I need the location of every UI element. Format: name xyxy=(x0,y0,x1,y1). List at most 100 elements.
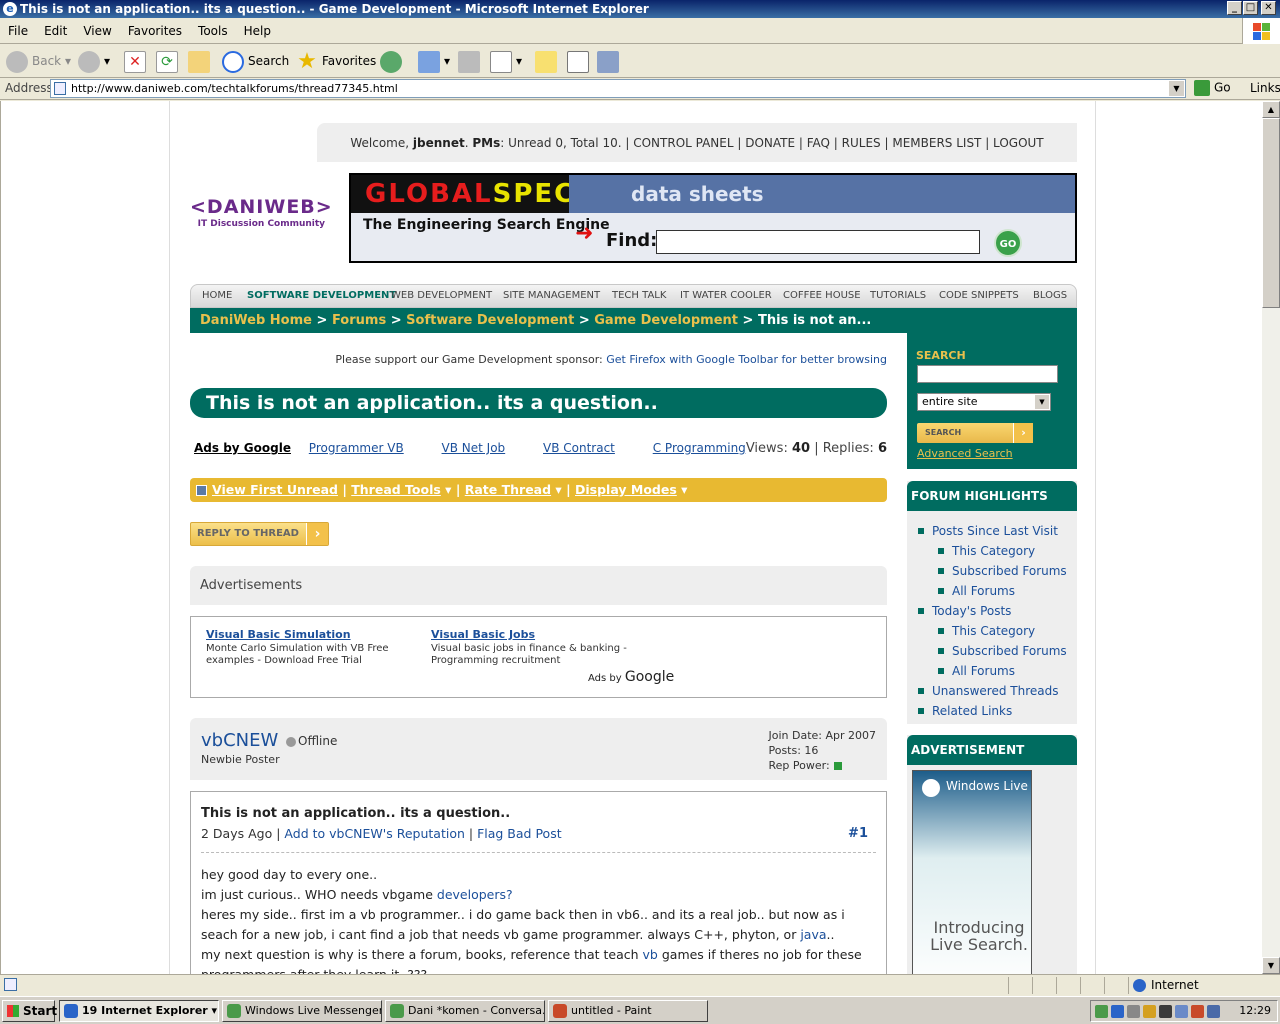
task-windows-live-messenger[interactable]: Windows Live Messenger xyxy=(222,1000,382,1022)
menu-help[interactable]: Help xyxy=(236,18,279,44)
links-button[interactable]: Links xyxy=(1250,81,1280,95)
highlight-link[interactable]: Unanswered Threads xyxy=(907,681,1067,701)
ad-title-link[interactable]: Visual Basic Jobs xyxy=(431,629,671,641)
highlight-link[interactable]: Today's Posts xyxy=(907,601,1067,621)
ads-by-google-brand[interactable]: Ads by Google xyxy=(588,669,674,685)
view-first-unread-link[interactable]: View First Unread xyxy=(212,482,338,497)
ads-by-google-label[interactable]: Ads by Google xyxy=(194,441,291,455)
highlight-link[interactable]: This Category xyxy=(907,621,1067,641)
nav-software-development[interactable]: SOFTWARE DEVELOPMENT xyxy=(247,290,396,301)
minimize-button[interactable]: _ xyxy=(1227,1,1242,15)
home-button[interactable] xyxy=(188,48,214,74)
welcome-username[interactable]: jbennet xyxy=(413,136,465,150)
account-links[interactable]: CONTROL PANEL | DONATE | FAQ | RULES | M… xyxy=(633,136,1043,150)
post-number-link[interactable]: #1 xyxy=(848,826,868,841)
flag-bad-post-link[interactable]: Flag Bad Post xyxy=(477,826,562,841)
banner-go-button[interactable]: GO xyxy=(994,229,1022,257)
app-tray-icon[interactable] xyxy=(1159,1005,1172,1018)
favorites-button[interactable]: ★ Favorites xyxy=(296,48,376,74)
network-tray-icon[interactable] xyxy=(1111,1005,1124,1018)
note-button[interactable] xyxy=(535,48,561,74)
sponsor-link[interactable]: Get Firefox with Google Toolbar for bett… xyxy=(606,353,887,366)
nav-web-development[interactable]: WEB DEVELOPMENT xyxy=(391,290,492,301)
display-modes-menu[interactable]: Display Modes xyxy=(575,482,677,497)
highlight-link[interactable]: Subscribed Forums xyxy=(907,641,1067,661)
print-button[interactable] xyxy=(458,48,484,74)
stop-button[interactable]: ✕ xyxy=(124,48,150,74)
edit-button[interactable]: ▾ xyxy=(490,48,522,74)
pms-label[interactable]: PMs xyxy=(472,136,500,150)
menu-favorites[interactable]: Favorites xyxy=(120,18,190,44)
nav-blogs[interactable]: BLOGS xyxy=(1033,290,1067,301)
task-internet-explorer[interactable]: 19 Internet Explorer ▾ xyxy=(59,1000,219,1022)
daniweb-logo[interactable]: <DANIWEB> IT Discussion Community xyxy=(190,196,333,229)
nav-home[interactable]: HOME xyxy=(202,290,232,301)
menu-edit[interactable]: Edit xyxy=(36,18,75,44)
crumb-forums[interactable]: Forums xyxy=(332,313,386,328)
highlight-link[interactable]: This Category xyxy=(907,541,1067,561)
keyword-link-vb[interactable]: vb xyxy=(643,947,658,962)
reply-to-thread-button[interactable]: REPLY TO THREAD › xyxy=(190,522,329,546)
history-button[interactable] xyxy=(380,48,406,74)
messenger-tray-icon[interactable] xyxy=(1095,1005,1108,1018)
vertical-scrollbar[interactable]: ▲ ▼ xyxy=(1262,101,1280,974)
task-paint[interactable]: untitled - Paint xyxy=(548,1000,708,1022)
rate-thread-menu[interactable]: Rate Thread xyxy=(465,482,551,497)
forward-button[interactable]: ▾ xyxy=(78,48,110,74)
keyword-link-java[interactable]: java xyxy=(800,927,826,942)
nav-site-management[interactable]: SITE MANAGEMENT xyxy=(503,290,600,301)
highlight-link[interactable]: All Forums xyxy=(907,661,1067,681)
task-conversation[interactable]: Dani *komen - Conversa... xyxy=(385,1000,545,1022)
highlight-link[interactable]: Posts Since Last Visit xyxy=(907,521,1067,541)
banner-find-input[interactable] xyxy=(656,230,980,254)
nav-code-snippets[interactable]: CODE SNIPPETS xyxy=(939,290,1019,301)
highlight-link[interactable]: All Forums xyxy=(907,581,1067,601)
address-dropdown-icon[interactable]: ▼ xyxy=(1169,81,1184,96)
close-button[interactable]: ✕ xyxy=(1261,1,1276,15)
menu-view[interactable]: View xyxy=(75,18,119,44)
go-button[interactable]: Go xyxy=(1194,80,1231,96)
start-button[interactable]: Start xyxy=(2,1000,57,1022)
display-tray-icon[interactable] xyxy=(1207,1005,1220,1018)
thread-tools-menu[interactable]: Thread Tools xyxy=(351,482,441,497)
ad-link-vb-contract[interactable]: VB Contract xyxy=(543,441,615,455)
highlight-link[interactable]: Related Links xyxy=(907,701,1067,721)
advanced-search-link[interactable]: Advanced Search xyxy=(917,447,1013,460)
post-username[interactable]: vbCNEW xyxy=(201,730,278,751)
keyword-link-developers[interactable]: developers? xyxy=(437,887,513,902)
windows-live-ad[interactable]: Windows Live Introducing Live Search. xyxy=(912,770,1032,974)
crumb-game-development[interactable]: Game Development xyxy=(594,313,738,328)
sidebar-search-input[interactable] xyxy=(917,365,1058,383)
update-tray-icon[interactable] xyxy=(1175,1005,1188,1018)
ad-link-vb-net-job[interactable]: VB Net Job xyxy=(442,441,506,455)
volume-tray-icon[interactable] xyxy=(1127,1005,1140,1018)
highlight-link[interactable]: Subscribed Forums xyxy=(907,561,1067,581)
refresh-button[interactable]: ⟳ xyxy=(156,48,182,74)
nav-it-water-cooler[interactable]: IT WATER COOLER xyxy=(680,290,772,301)
maximize-button[interactable]: □ xyxy=(1243,1,1258,15)
add-reputation-link[interactable]: Add to vbCNEW's Reputation xyxy=(284,826,464,841)
address-input[interactable]: http://www.daniweb.com/techtalkforums/th… xyxy=(50,79,1186,98)
search-scope-select[interactable]: entire site ▼ xyxy=(917,393,1051,411)
globalspec-banner[interactable]: GLOBALSPEC data sheets The Engineering S… xyxy=(349,173,1077,263)
menu-tools[interactable]: Tools xyxy=(190,18,236,44)
research-button[interactable] xyxy=(597,48,623,74)
nav-coffee-house[interactable]: COFFEE HOUSE xyxy=(783,290,861,301)
ad-link-programmer-vb[interactable]: Programmer VB xyxy=(309,441,404,455)
mail-button[interactable]: ▾ xyxy=(418,48,450,74)
menu-file[interactable]: File xyxy=(0,18,36,44)
ad-title-link[interactable]: Visual Basic Simulation xyxy=(206,629,416,641)
sidebar-search-button[interactable]: SEARCH › xyxy=(917,423,1033,443)
alert-tray-icon[interactable] xyxy=(1191,1005,1204,1018)
security-tray-icon[interactable] xyxy=(1143,1005,1156,1018)
crumb-software-development[interactable]: Software Development xyxy=(406,313,574,328)
messenger-button[interactable] xyxy=(567,48,593,74)
search-button[interactable]: Search xyxy=(222,48,289,74)
back-button[interactable]: Back ▾ xyxy=(6,48,71,74)
nav-tutorials[interactable]: TUTORIALS xyxy=(870,290,926,301)
crumb-daniweb-home[interactable]: DaniWeb Home xyxy=(200,313,312,328)
scroll-up-icon[interactable]: ▲ xyxy=(1262,101,1280,118)
scroll-thumb[interactable] xyxy=(1262,118,1280,308)
nav-tech-talk[interactable]: TECH TALK xyxy=(612,290,666,301)
scroll-down-icon[interactable]: ▼ xyxy=(1262,957,1280,974)
